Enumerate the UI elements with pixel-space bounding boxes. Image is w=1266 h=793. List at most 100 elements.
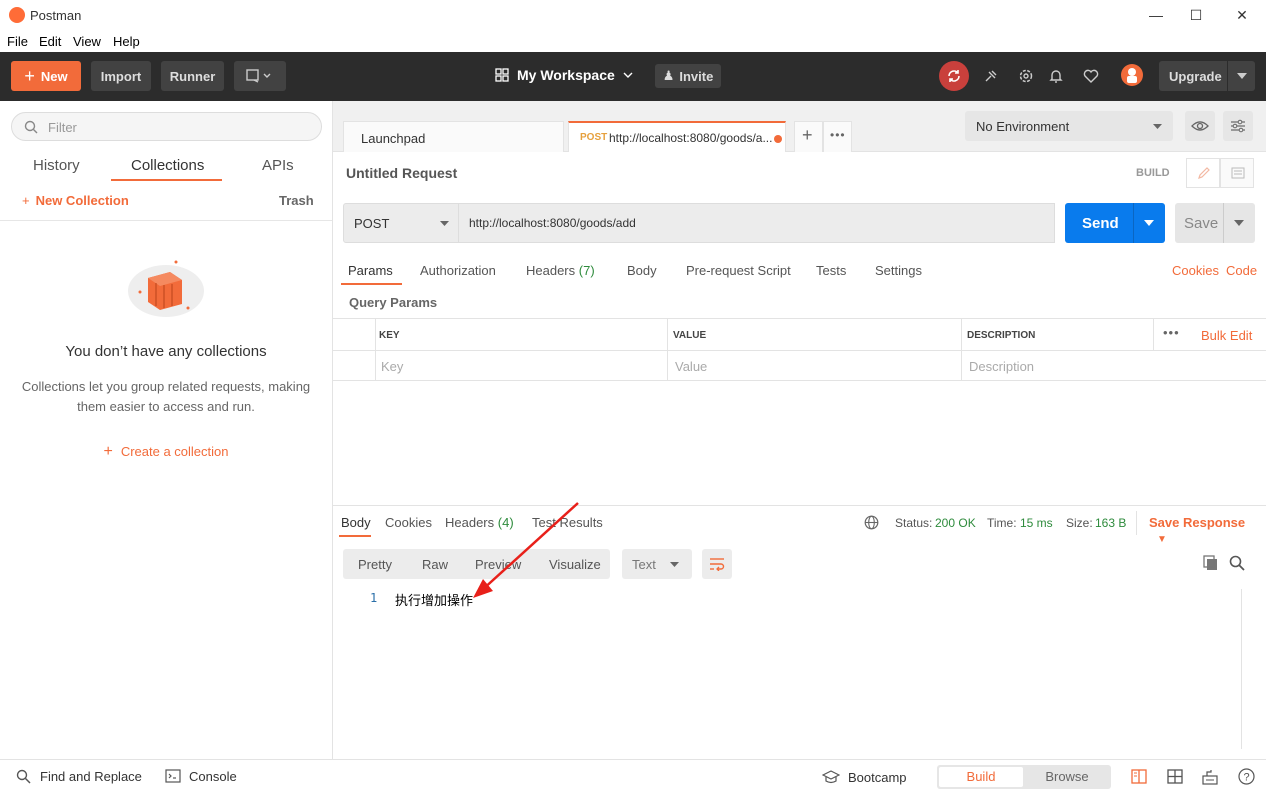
tab-settings[interactable]: Settings <box>875 263 922 278</box>
tab-launchpad[interactable]: Launchpad <box>343 121 564 152</box>
globe-icon[interactable] <box>864 515 879 530</box>
avatar[interactable] <box>1121 64 1143 86</box>
tab-params[interactable]: Params <box>348 263 393 278</box>
console-button[interactable]: Console <box>189 769 237 784</box>
environment-quick-look-button[interactable] <box>1185 111 1215 141</box>
request-name[interactable]: Untitled Request <box>346 165 457 181</box>
time-label: Time: <box>987 516 1017 530</box>
send-button[interactable]: Send <box>1065 203 1165 243</box>
caret-down-icon: ▼ <box>1157 534 1167 545</box>
bulk-edit-link[interactable]: Bulk Edit <box>1201 328 1252 343</box>
build-mode-button[interactable]: Build <box>939 767 1023 787</box>
wrap-lines-button[interactable] <box>702 549 732 579</box>
postman-logo-icon <box>9 7 25 23</box>
response-tab-test-results[interactable]: Test Results <box>532 515 603 530</box>
bell-icon[interactable] <box>1047 67 1065 85</box>
document-icon <box>1231 167 1245 179</box>
tab-collections[interactable]: Collections <box>131 157 204 174</box>
trash-button[interactable]: Trash <box>279 193 314 208</box>
import-button[interactable]: Import <box>91 61 151 91</box>
format-raw[interactable]: Raw <box>422 557 448 572</box>
maximize-icon[interactable]: ☐ <box>1176 4 1216 26</box>
layout-grid-icon[interactable] <box>1167 769 1183 784</box>
value-input[interactable]: Value <box>675 359 707 374</box>
heart-icon[interactable] <box>1082 67 1100 85</box>
create-collection-link[interactable]: + Create a collection <box>0 443 332 461</box>
two-pane-view-icon[interactable] <box>1131 769 1147 784</box>
satellite-icon[interactable] <box>982 67 1000 85</box>
status-bar: Find and Replace Console Bootcamp Build … <box>0 759 1266 793</box>
save-response-button[interactable]: Save Response ▼ <box>1149 515 1266 545</box>
response-tab-body[interactable]: Body <box>341 515 371 530</box>
new-collection-button[interactable]: + New Collection <box>22 193 129 208</box>
tab-options-button[interactable]: ••• <box>823 121 852 152</box>
plus-icon: + <box>802 125 813 145</box>
status-value: 200 OK <box>935 516 976 530</box>
active-tab-indicator <box>339 535 371 537</box>
close-icon[interactable]: ✕ <box>1222 4 1262 26</box>
tab-headers[interactable]: Headers (7) <box>526 263 595 278</box>
tab-pre-request-script[interactable]: Pre-request Script <box>686 263 791 278</box>
bootcamp-button[interactable]: Bootcamp <box>848 770 907 785</box>
manage-environments-button[interactable] <box>1223 111 1253 141</box>
more-icon[interactable]: ••• <box>1163 325 1180 340</box>
browse-mode-button[interactable]: Browse <box>1025 767 1109 787</box>
console-icon <box>165 769 181 783</box>
sidebar: Filter History Collections APIs + New Col… <box>0 101 333 759</box>
request-builder: Launchpad POST http://localhost:8080/goo… <box>333 101 1266 759</box>
search-icon[interactable] <box>1229 555 1245 571</box>
tab-body[interactable]: Body <box>627 263 657 278</box>
url-input[interactable]: http://localhost:8080/goods/add <box>459 203 1055 243</box>
format-pretty[interactable]: Pretty <box>358 557 392 572</box>
tab-apis[interactable]: APIs <box>262 157 294 174</box>
empty-state-title: You don’t have any collections <box>65 343 267 360</box>
upgrade-button[interactable]: Upgrade <box>1159 61 1255 91</box>
tab-tests[interactable]: Tests <box>816 263 846 278</box>
chevron-down-icon <box>623 72 633 78</box>
more-icon: ••• <box>830 128 846 142</box>
minimize-icon[interactable]: — <box>1136 4 1176 26</box>
copy-icon[interactable] <box>1203 555 1219 571</box>
gear-icon[interactable] <box>1017 67 1035 85</box>
documentation-button[interactable] <box>1220 158 1254 188</box>
filter-input[interactable]: Filter <box>11 112 322 141</box>
save-button[interactable]: Save <box>1175 203 1255 243</box>
app-header: + New Import Runner My Workspace ♟ Invit… <box>0 52 1266 101</box>
red-arrow-annotation <box>473 502 579 598</box>
tab-authorization[interactable]: Authorization <box>420 263 496 278</box>
key-input[interactable]: Key <box>381 359 403 374</box>
response-body-text: 执行增加操作 <box>395 593 474 608</box>
invite-button[interactable]: ♟ Invite <box>655 64 721 88</box>
menu-edit[interactable]: Edit <box>39 34 61 49</box>
menu-help[interactable]: Help <box>113 34 140 49</box>
find-replace-button[interactable]: Find and Replace <box>40 769 142 784</box>
sliders-icon <box>1231 119 1245 133</box>
column-header-description: DESCRIPTION <box>967 330 1036 341</box>
add-tab-button[interactable]: + <box>794 121 823 152</box>
format-preview[interactable]: Preview <box>475 557 521 572</box>
environment-select[interactable]: No Environment <box>965 111 1173 141</box>
cookies-link[interactable]: Cookies <box>1172 263 1219 278</box>
new-window-button[interactable] <box>234 61 286 91</box>
method-select[interactable]: POST <box>343 203 459 243</box>
response-type-select[interactable]: Text <box>622 549 692 579</box>
sync-button[interactable] <box>939 61 969 91</box>
code-link[interactable]: Code <box>1226 263 1257 278</box>
edit-button[interactable] <box>1186 158 1220 188</box>
runner-button[interactable]: Runner <box>161 61 224 91</box>
menu-file[interactable]: File <box>7 34 28 49</box>
tab-active-request[interactable]: POST http://localhost:8080/goods/a... <box>568 121 786 152</box>
caret-down-icon <box>1237 73 1247 79</box>
description-input[interactable]: Description <box>969 359 1034 374</box>
menu-view[interactable]: View <box>73 34 101 49</box>
help-icon[interactable]: ? <box>1238 768 1255 785</box>
response-tab-headers[interactable]: Headers (4) <box>445 515 514 530</box>
keyboard-shortcuts-icon[interactable] <box>1202 769 1218 785</box>
response-scrollbar[interactable] <box>1241 589 1257 749</box>
response-tab-cookies[interactable]: Cookies <box>385 515 432 530</box>
eye-icon <box>1191 121 1209 131</box>
format-visualize[interactable]: Visualize <box>549 557 601 572</box>
tab-history[interactable]: History <box>33 157 80 174</box>
new-button[interactable]: + New <box>11 61 81 91</box>
workspace-selector[interactable]: My Workspace <box>495 67 633 83</box>
